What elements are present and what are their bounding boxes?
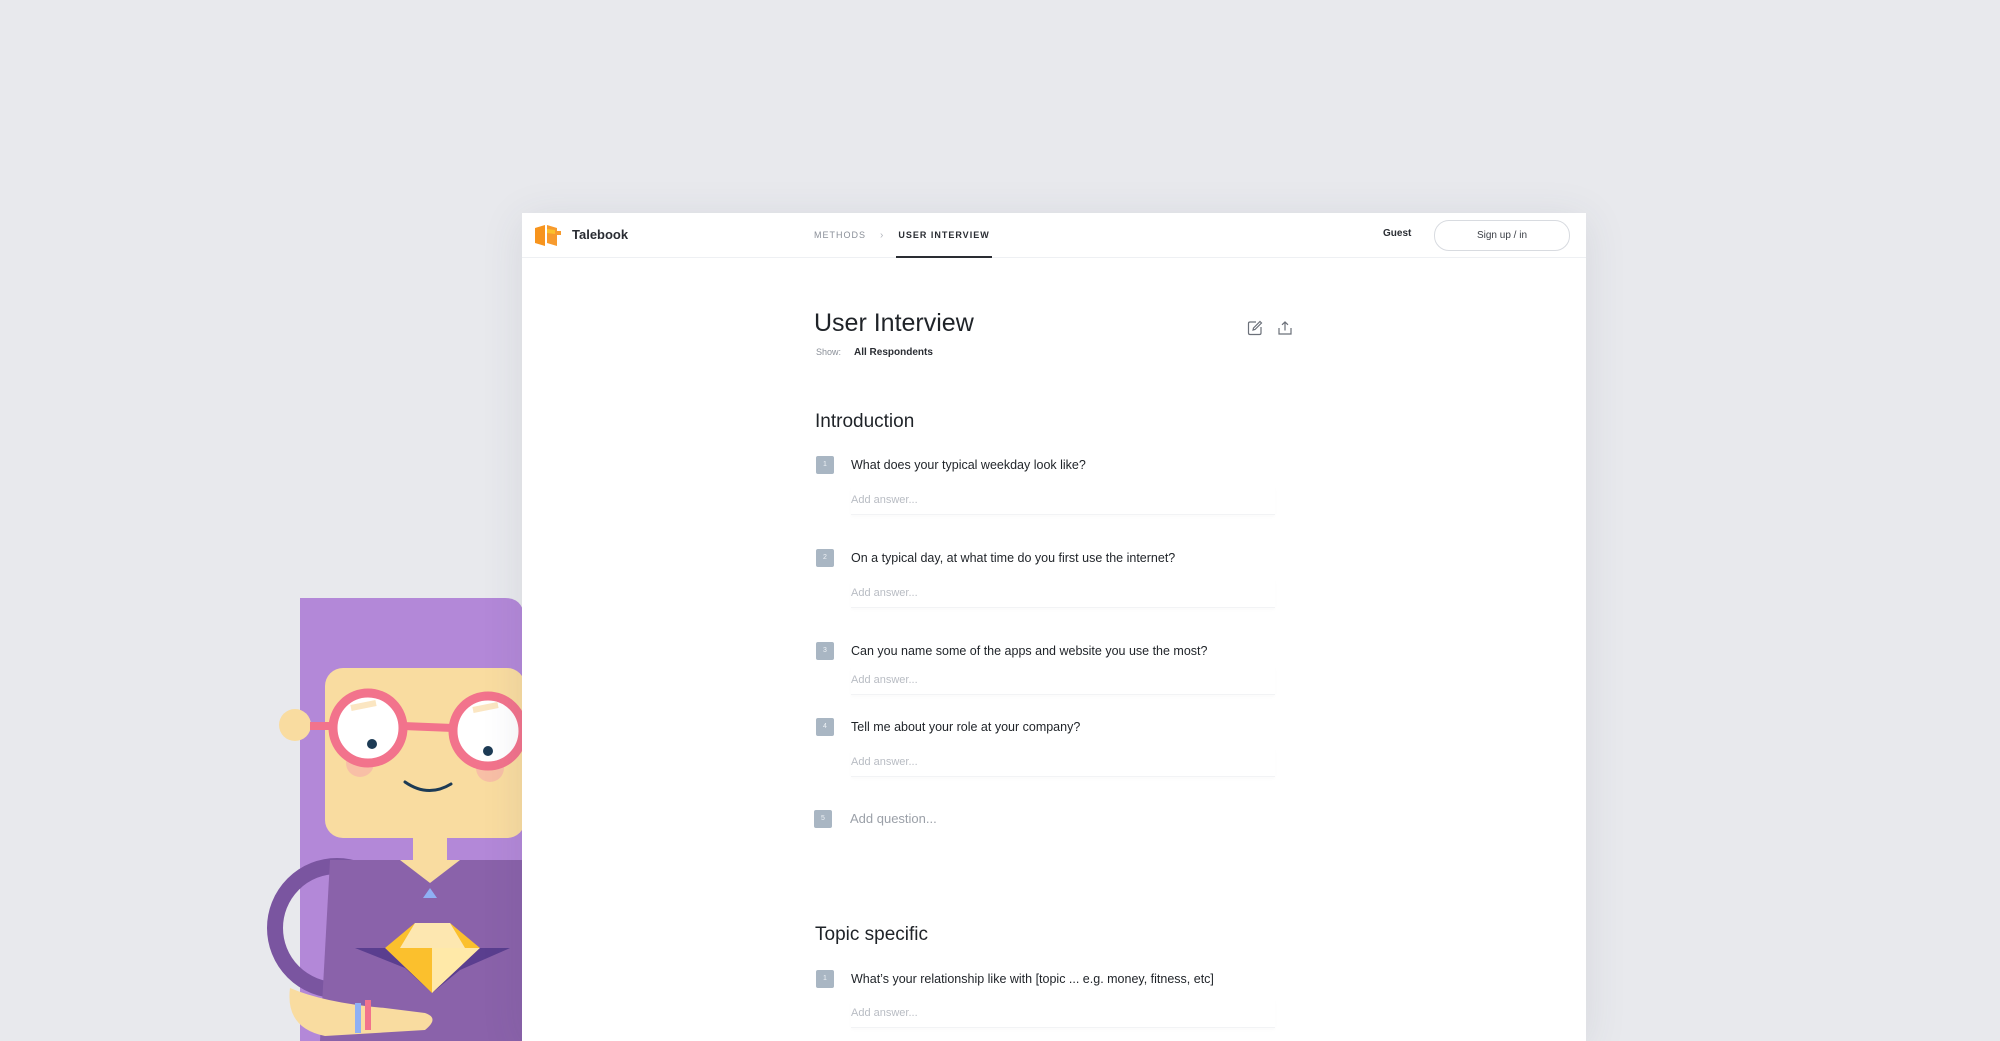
question-number-badge: 2 [816,549,834,567]
question-number-badge: 4 [816,718,834,736]
sign-up-button[interactable]: Sign up / in [1434,220,1570,251]
talebook-logo-icon[interactable] [535,225,561,246]
answer-input[interactable]: Add answer... [851,579,1275,608]
app-name[interactable]: Talebook [572,227,628,242]
question-number-badge: 1 [816,970,834,988]
page-title: User Interview [814,309,974,337]
question-text[interactable]: What does your typical weekday look like… [851,458,1086,472]
top-bar: Talebook METHODS › USER INTERVIEW Guest … [522,213,1586,258]
question-text[interactable]: On a typical day, at what time do you fi… [851,551,1175,565]
breadcrumb-user-interview[interactable]: USER INTERVIEW [896,213,993,258]
breadcrumb: METHODS › USER INTERVIEW [814,213,993,258]
question-text[interactable]: Can you name some of the apps and websit… [851,644,1207,658]
edit-icon[interactable] [1245,318,1265,338]
breadcrumb-separator-icon: › [880,229,885,241]
respondent-filter-select[interactable]: All Respondents [854,347,933,358]
answer-input[interactable]: Add answer... [851,748,1275,777]
question-number-badge: 1 [816,456,834,474]
answer-input[interactable]: Add answer... [851,999,1275,1028]
answer-input[interactable]: Add answer... [851,666,1275,695]
section-title-introduction: Introduction [815,411,915,432]
section-title-topic-specific: Topic specific [815,924,928,945]
character-illustration [267,598,525,1041]
show-filter-label: Show: [816,347,842,357]
question-number-badge: 3 [816,642,834,660]
question-text[interactable]: What’s your relationship like with [topi… [851,972,1214,986]
answer-input[interactable]: Add answer... [851,486,1275,515]
question-text[interactable]: Tell me about your role at your company? [851,720,1080,734]
app-window: Talebook METHODS › USER INTERVIEW Guest … [522,213,1586,1041]
share-icon[interactable] [1275,318,1295,338]
question-number-badge: 5 [814,810,832,828]
add-question-input[interactable]: Add question... [850,811,937,826]
guest-label: Guest [1383,228,1412,239]
breadcrumb-methods[interactable]: METHODS [814,230,866,240]
